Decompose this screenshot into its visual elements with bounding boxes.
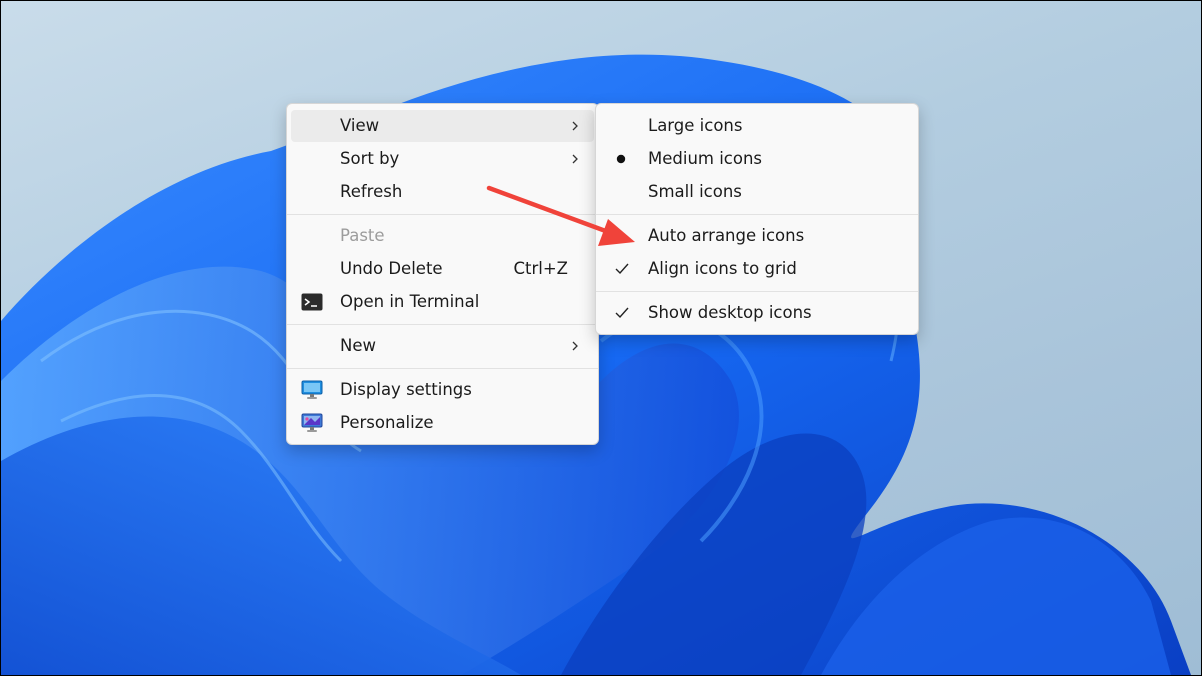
chevron-right-icon — [572, 121, 578, 131]
menu-item-label: New — [340, 336, 376, 355]
menu-item-label: Display settings — [340, 380, 472, 399]
menu-item-label: Align icons to grid — [648, 259, 797, 278]
menu-item-label: Sort by — [340, 149, 400, 168]
menu-item-open-in-terminal[interactable]: Open in Terminal — [291, 286, 594, 318]
menu-item-refresh[interactable]: Refresh — [291, 176, 594, 208]
menu-item-label: Small icons — [648, 182, 742, 201]
radio-dot-icon — [616, 154, 626, 164]
view-item-auto-arrange-icons[interactable]: Auto arrange icons — [600, 220, 914, 252]
menu-item-label: Undo Delete — [340, 259, 443, 278]
terminal-icon — [301, 293, 323, 311]
menu-item-sort-by[interactable]: Sort by — [291, 143, 594, 175]
view-item-align-icons-to-grid[interactable]: Align icons to grid — [600, 253, 914, 285]
shortcut-label: Ctrl+Z — [513, 259, 569, 278]
menu-separator — [596, 214, 918, 215]
view-submenu: Large icons Medium icons Small icons Aut… — [595, 103, 919, 335]
menu-item-view[interactable]: View — [291, 110, 594, 142]
menu-separator — [596, 291, 918, 292]
monitor-icon — [301, 380, 323, 399]
menu-item-undo-delete[interactable]: Undo Delete Ctrl+Z — [291, 253, 594, 285]
menu-item-label: Auto arrange icons — [648, 226, 805, 245]
menu-separator — [287, 368, 598, 369]
menu-item-personalize[interactable]: Personalize — [291, 407, 594, 439]
menu-item-display-settings[interactable]: Display settings — [291, 374, 594, 406]
menu-item-paste: Paste — [291, 220, 594, 252]
chevron-right-icon — [572, 154, 578, 164]
view-item-small-icons[interactable]: Small icons — [600, 176, 914, 208]
menu-item-label: View — [340, 116, 380, 135]
chevron-right-icon — [572, 341, 578, 351]
desktop[interactable]: View Sort by Refresh Paste Undo Delete C… — [0, 0, 1202, 676]
menu-item-label: Show desktop icons — [648, 303, 812, 322]
view-item-show-desktop-icons[interactable]: Show desktop icons — [600, 297, 914, 329]
menu-item-new[interactable]: New — [291, 330, 594, 362]
desktop-context-menu: View Sort by Refresh Paste Undo Delete C… — [286, 103, 599, 445]
view-item-large-icons[interactable]: Large icons — [600, 110, 914, 142]
menu-item-label: Personalize — [340, 413, 434, 432]
menu-item-label: Open in Terminal — [340, 292, 480, 311]
checkmark-icon — [615, 263, 629, 275]
checkmark-icon — [615, 307, 629, 319]
view-item-medium-icons[interactable]: Medium icons — [600, 143, 914, 175]
menu-item-label: Large icons — [648, 116, 743, 135]
menu-item-label: Medium icons — [648, 149, 763, 168]
menu-item-label: Paste — [340, 226, 385, 245]
personalize-icon — [301, 413, 323, 432]
menu-separator — [287, 324, 598, 325]
menu-separator — [287, 214, 598, 215]
menu-item-label: Refresh — [340, 182, 403, 201]
